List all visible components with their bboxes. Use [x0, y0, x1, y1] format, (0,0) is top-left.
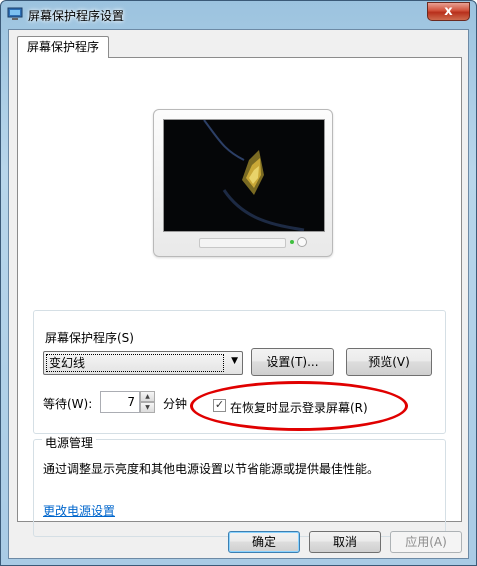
close-button[interactable]: x [427, 2, 470, 21]
screensaver-group-label: 屏幕保护程序(S) [42, 329, 137, 346]
display-settings-icon [7, 7, 23, 20]
settings-button[interactable]: 设置(T)... [251, 348, 334, 376]
preview-button[interactable]: 预览(V) [346, 348, 432, 376]
tab-label: 屏幕保护程序 [26, 40, 99, 54]
wait-minutes-input[interactable]: 7 [100, 391, 140, 413]
power-description: 通过调整显示亮度和其他电源设置以节省能源或提供最佳性能。 [43, 462, 380, 476]
monitor-preview [153, 109, 333, 257]
change-power-settings-link[interactable]: 更改电源设置 [43, 502, 115, 519]
tab-panel: 屏幕保护程序(S) 变幻线 ▼ 设置(T)... 预览(V) 等待(W): 7 … [17, 57, 462, 537]
window-title: 屏幕保护程序设置 [28, 9, 125, 23]
cancel-button[interactable]: 取消 [309, 531, 381, 553]
power-led-icon [290, 240, 294, 244]
chevron-down-icon: ▼ [231, 356, 238, 366]
spinner-up-icon[interactable]: ▲ [140, 391, 155, 402]
wait-label: 等待(W): [43, 397, 93, 411]
close-icon: x [444, 4, 453, 19]
resume-login-label[interactable]: 在恢复时显示登录屏幕(R) [230, 399, 368, 416]
resume-login-checkbox[interactable]: ✓ [213, 399, 226, 412]
screensaver-preview-screen [163, 119, 325, 232]
spinner-down-icon[interactable]: ▼ [140, 402, 155, 413]
apply-button[interactable]: 应用(A) [390, 531, 462, 553]
wait-minutes-spinner[interactable]: ▲ ▼ [140, 391, 155, 413]
monitor-bezel-bar [199, 238, 286, 248]
ok-button[interactable]: 确定 [228, 531, 300, 553]
screensaver-select[interactable]: 变幻线 ▼ [43, 351, 243, 375]
title-bar[interactable]: 屏幕保护程序设置 x [1, 1, 476, 28]
tab-screensaver[interactable]: 屏幕保护程序 [17, 36, 109, 58]
client-area: 屏幕保护程序 屏幕保护程序(S) 变幻线 ▼ 设置(T)... 预览(V) 等待… [8, 29, 469, 559]
screensaver-select-value: 变幻线 [46, 354, 224, 372]
dialog-window: 屏幕保护程序设置 x 屏幕保护程序 屏幕保护程序(S) 变幻线 ▼ 设置(T).… [0, 0, 477, 566]
power-group [33, 439, 446, 537]
minutes-label: 分钟 [163, 397, 188, 411]
power-button-icon [297, 237, 307, 247]
power-group-label: 电源管理 [42, 434, 97, 451]
mystify-preview-graphic [203, 119, 305, 232]
